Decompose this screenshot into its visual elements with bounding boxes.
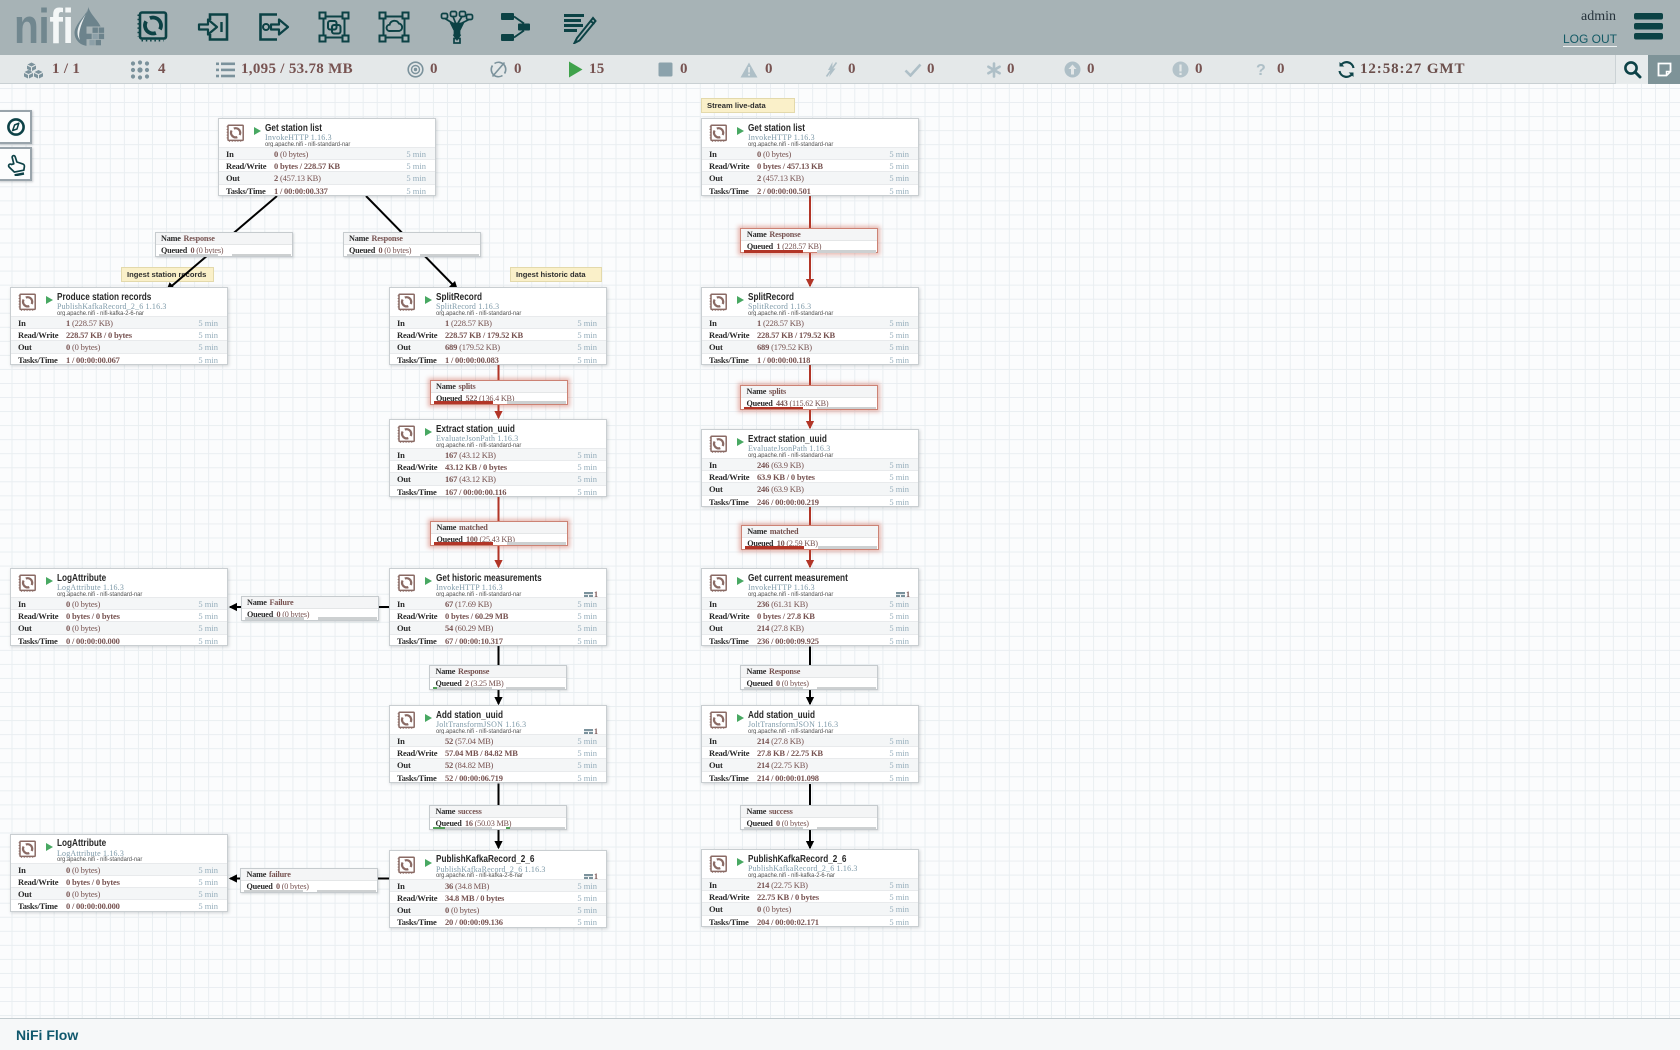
svg-text:?: ?: [1256, 62, 1266, 78]
